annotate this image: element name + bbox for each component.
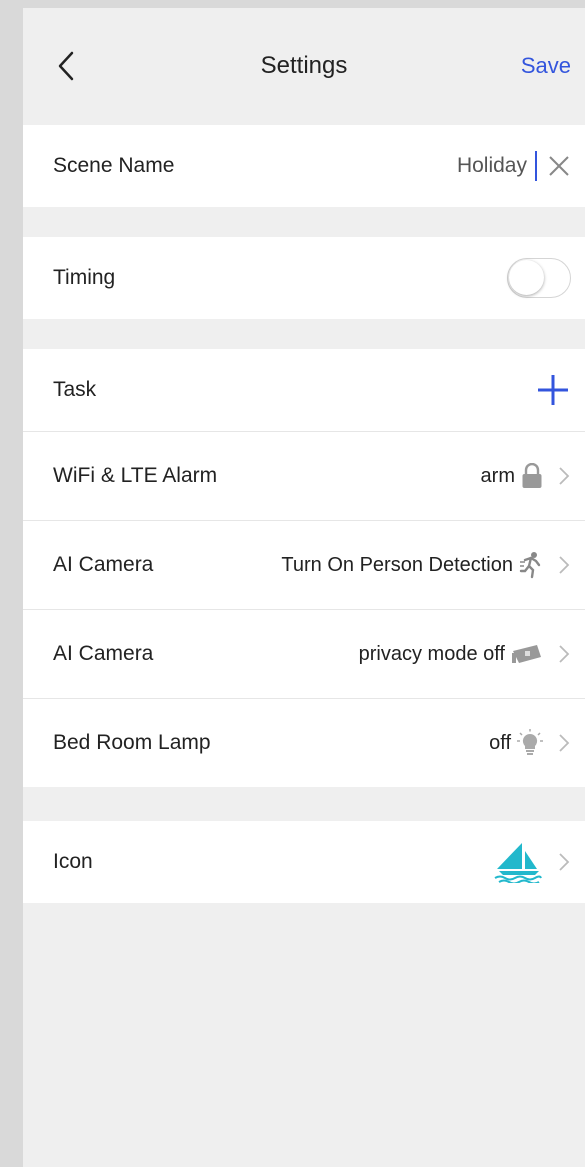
icon-group: Icon bbox=[23, 821, 585, 903]
task-item[interactable]: AI Camera Turn On Person Detection bbox=[23, 520, 585, 609]
timing-row: Timing bbox=[23, 237, 585, 319]
task-group: Task WiFi & LTE Alarm arm AI Camera Turn… bbox=[23, 349, 585, 787]
chevron-right-icon bbox=[559, 556, 570, 574]
settings-screen: Settings Save Scene Name Holiday Timing bbox=[23, 8, 585, 1167]
task-item-value: off bbox=[489, 731, 511, 754]
chevron-right-icon bbox=[559, 853, 570, 871]
nav-bar: Settings Save bbox=[23, 8, 585, 125]
task-item-label: WiFi & LTE Alarm bbox=[53, 464, 218, 487]
task-item[interactable]: AI Camera privacy mode off bbox=[23, 609, 585, 698]
toggle-knob bbox=[509, 260, 544, 295]
scene-name-label: Scene Name bbox=[53, 154, 175, 177]
chevron-right-icon bbox=[559, 467, 570, 485]
running-person-icon bbox=[519, 552, 541, 579]
task-item[interactable]: WiFi & LTE Alarm arm bbox=[23, 431, 585, 520]
sailboat-icon bbox=[494, 843, 542, 883]
chevron-right-icon bbox=[559, 734, 570, 752]
task-item-label: Bed Room Lamp bbox=[53, 731, 211, 754]
chevron-right-icon bbox=[559, 645, 570, 663]
task-item-value: arm bbox=[480, 464, 515, 487]
timing-group: Timing bbox=[23, 237, 585, 319]
text-cursor bbox=[535, 151, 537, 181]
scene-name-group: Scene Name Holiday bbox=[23, 125, 585, 207]
bulb-icon bbox=[517, 729, 543, 755]
scene-name-row: Scene Name Holiday bbox=[23, 125, 585, 207]
add-task-icon[interactable] bbox=[535, 372, 571, 408]
task-item-value: Turn On Person Detection bbox=[281, 553, 513, 576]
save-button[interactable]: Save bbox=[521, 53, 571, 79]
scene-name-field[interactable]: Holiday bbox=[457, 151, 571, 181]
icon-row[interactable]: Icon bbox=[23, 821, 585, 903]
scene-name-input[interactable]: Holiday bbox=[457, 154, 527, 178]
task-item-value: privacy mode off bbox=[358, 642, 505, 665]
lock-icon bbox=[522, 463, 542, 488]
task-item-label: AI Camera bbox=[53, 553, 154, 576]
task-item-label: AI Camera bbox=[53, 642, 154, 665]
task-header-row: Task bbox=[23, 349, 585, 431]
clear-icon[interactable] bbox=[547, 154, 571, 178]
task-item[interactable]: Bed Room Lamp off bbox=[23, 698, 585, 787]
timing-label: Timing bbox=[53, 266, 116, 289]
page-title: Settings bbox=[260, 52, 348, 79]
icon-label: Icon bbox=[53, 850, 93, 873]
timing-toggle[interactable] bbox=[507, 258, 571, 298]
task-label: Task bbox=[53, 378, 97, 401]
camera-icon bbox=[512, 645, 541, 663]
